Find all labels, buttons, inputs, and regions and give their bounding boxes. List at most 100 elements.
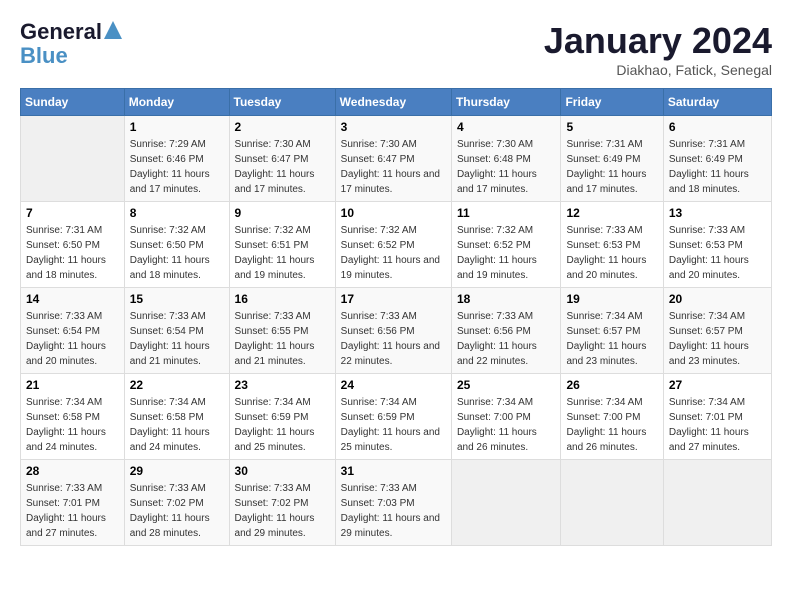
calendar-cell: 1 Sunrise: 7:29 AMSunset: 6:46 PMDaylight… — [124, 116, 229, 202]
day-number: 1 — [130, 120, 224, 134]
calendar-cell — [561, 460, 663, 546]
day-number: 20 — [669, 292, 766, 306]
day-info: Sunrise: 7:33 AMSunset: 6:53 PMDaylight:… — [669, 223, 766, 283]
day-number: 17 — [341, 292, 446, 306]
day-number: 3 — [341, 120, 446, 134]
day-info: Sunrise: 7:31 AMSunset: 6:50 PMDaylight:… — [26, 223, 119, 283]
calendar-week-row: 1 Sunrise: 7:29 AMSunset: 6:46 PMDaylight… — [21, 116, 772, 202]
day-number: 22 — [130, 378, 224, 392]
calendar-cell: 9 Sunrise: 7:32 AMSunset: 6:51 PMDaylight… — [229, 202, 335, 288]
day-number: 15 — [130, 292, 224, 306]
day-number: 4 — [457, 120, 556, 134]
day-info: Sunrise: 7:33 AMSunset: 7:03 PMDaylight:… — [341, 481, 446, 541]
calendar-cell: 4 Sunrise: 7:30 AMSunset: 6:48 PMDaylight… — [451, 116, 561, 202]
day-number: 24 — [341, 378, 446, 392]
day-info: Sunrise: 7:34 AMSunset: 7:00 PMDaylight:… — [457, 395, 556, 455]
day-number: 16 — [235, 292, 330, 306]
weekday-header-sunday: Sunday — [21, 89, 125, 116]
day-number: 6 — [669, 120, 766, 134]
calendar-table: SundayMondayTuesdayWednesdayThursdayFrid… — [20, 88, 772, 546]
calendar-cell: 3 Sunrise: 7:30 AMSunset: 6:47 PMDaylight… — [335, 116, 451, 202]
day-info: Sunrise: 7:34 AMSunset: 6:59 PMDaylight:… — [341, 395, 446, 455]
calendar-cell: 17 Sunrise: 7:33 AMSunset: 6:56 PMDayligh… — [335, 288, 451, 374]
day-info: Sunrise: 7:33 AMSunset: 7:02 PMDaylight:… — [130, 481, 224, 541]
calendar-cell: 11 Sunrise: 7:32 AMSunset: 6:52 PMDayligh… — [451, 202, 561, 288]
calendar-week-row: 28Sunrise: 7:33 AMSunset: 7:01 PMDayligh… — [21, 460, 772, 546]
day-info: Sunrise: 7:32 AMSunset: 6:51 PMDaylight:… — [235, 223, 330, 283]
calendar-cell: 19Sunrise: 7:34 AMSunset: 6:57 PMDayligh… — [561, 288, 663, 374]
day-number: 13 — [669, 206, 766, 220]
day-number: 27 — [669, 378, 766, 392]
calendar-cell: 7Sunrise: 7:31 AMSunset: 6:50 PMDaylight… — [21, 202, 125, 288]
day-info: Sunrise: 7:34 AMSunset: 7:00 PMDaylight:… — [566, 395, 657, 455]
calendar-cell: 20 Sunrise: 7:34 AMSunset: 6:57 PMDayligh… — [663, 288, 771, 374]
day-number: 14 — [26, 292, 119, 306]
calendar-cell: 30 Sunrise: 7:33 AMSunset: 7:02 PMDayligh… — [229, 460, 335, 546]
calendar-cell — [663, 460, 771, 546]
day-info: Sunrise: 7:29 AMSunset: 6:46 PMDaylight:… — [130, 137, 224, 197]
day-info: Sunrise: 7:33 AMSunset: 7:02 PMDaylight:… — [235, 481, 330, 541]
weekday-header-tuesday: Tuesday — [229, 89, 335, 116]
day-info: Sunrise: 7:30 AMSunset: 6:47 PMDaylight:… — [235, 137, 330, 197]
day-number: 10 — [341, 206, 446, 220]
day-number: 25 — [457, 378, 556, 392]
day-info: Sunrise: 7:33 AMSunset: 6:54 PMDaylight:… — [130, 309, 224, 369]
day-info: Sunrise: 7:33 AMSunset: 6:55 PMDaylight:… — [235, 309, 330, 369]
day-number: 12 — [566, 206, 657, 220]
day-number: 8 — [130, 206, 224, 220]
calendar-cell: 28Sunrise: 7:33 AMSunset: 7:01 PMDayligh… — [21, 460, 125, 546]
calendar-cell — [21, 116, 125, 202]
logo-text: GeneralBlue — [20, 20, 122, 68]
weekday-header-row: SundayMondayTuesdayWednesdayThursdayFrid… — [21, 89, 772, 116]
day-info: Sunrise: 7:31 AMSunset: 6:49 PMDaylight:… — [566, 137, 657, 197]
day-number: 9 — [235, 206, 330, 220]
weekday-header-friday: Friday — [561, 89, 663, 116]
calendar-cell: 5Sunrise: 7:31 AMSunset: 6:49 PMDaylight… — [561, 116, 663, 202]
page-header: GeneralBlue January 2024 Diakhao, Fatick… — [20, 20, 772, 78]
location: Diakhao, Fatick, Senegal — [544, 62, 772, 78]
calendar-cell: 8 Sunrise: 7:32 AMSunset: 6:50 PMDaylight… — [124, 202, 229, 288]
calendar-week-row: 21 Sunrise: 7:34 AMSunset: 6:58 PMDayligh… — [21, 374, 772, 460]
day-info: Sunrise: 7:33 AMSunset: 6:53 PMDaylight:… — [566, 223, 657, 283]
calendar-cell: 13 Sunrise: 7:33 AMSunset: 6:53 PMDayligh… — [663, 202, 771, 288]
weekday-header-thursday: Thursday — [451, 89, 561, 116]
day-info: Sunrise: 7:34 AMSunset: 6:59 PMDaylight:… — [235, 395, 330, 455]
day-number: 18 — [457, 292, 556, 306]
logo: GeneralBlue — [20, 20, 122, 68]
calendar-cell: 25 Sunrise: 7:34 AMSunset: 7:00 PMDayligh… — [451, 374, 561, 460]
day-number: 26 — [566, 378, 657, 392]
calendar-cell: 2Sunrise: 7:30 AMSunset: 6:47 PMDaylight… — [229, 116, 335, 202]
calendar-cell: 10 Sunrise: 7:32 AMSunset: 6:52 PMDayligh… — [335, 202, 451, 288]
day-info: Sunrise: 7:31 AMSunset: 6:49 PMDaylight:… — [669, 137, 766, 197]
day-info: Sunrise: 7:34 AMSunset: 6:57 PMDaylight:… — [669, 309, 766, 369]
day-info: Sunrise: 7:34 AMSunset: 6:57 PMDaylight:… — [566, 309, 657, 369]
day-info: Sunrise: 7:30 AMSunset: 6:47 PMDaylight:… — [341, 137, 446, 197]
day-number: 29 — [130, 464, 224, 478]
calendar-cell: 18Sunrise: 7:33 AMSunset: 6:56 PMDayligh… — [451, 288, 561, 374]
title-block: January 2024 Diakhao, Fatick, Senegal — [544, 20, 772, 78]
day-number: 23 — [235, 378, 330, 392]
calendar-cell: 21Sunrise: 7:34 AMSunset: 6:58 PMDayligh… — [21, 374, 125, 460]
day-info: Sunrise: 7:34 AMSunset: 7:01 PMDaylight:… — [669, 395, 766, 455]
calendar-cell: 24 Sunrise: 7:34 AMSunset: 6:59 PMDayligh… — [335, 374, 451, 460]
day-info: Sunrise: 7:32 AMSunset: 6:52 PMDaylight:… — [341, 223, 446, 283]
calendar-cell: 26 Sunrise: 7:34 AMSunset: 7:00 PMDayligh… — [561, 374, 663, 460]
day-info: Sunrise: 7:32 AMSunset: 6:50 PMDaylight:… — [130, 223, 224, 283]
day-number: 31 — [341, 464, 446, 478]
logo-icon — [104, 21, 122, 39]
calendar-week-row: 7Sunrise: 7:31 AMSunset: 6:50 PMDaylight… — [21, 202, 772, 288]
weekday-header-monday: Monday — [124, 89, 229, 116]
calendar-cell: 16 Sunrise: 7:33 AMSunset: 6:55 PMDayligh… — [229, 288, 335, 374]
calendar-cell: 12 Sunrise: 7:33 AMSunset: 6:53 PMDayligh… — [561, 202, 663, 288]
day-info: Sunrise: 7:34 AMSunset: 6:58 PMDaylight:… — [130, 395, 224, 455]
month-title: January 2024 — [544, 20, 772, 62]
day-info: Sunrise: 7:33 AMSunset: 6:56 PMDaylight:… — [341, 309, 446, 369]
day-number: 30 — [235, 464, 330, 478]
calendar-cell: 29 Sunrise: 7:33 AMSunset: 7:02 PMDayligh… — [124, 460, 229, 546]
day-number: 21 — [26, 378, 119, 392]
day-info: Sunrise: 7:30 AMSunset: 6:48 PMDaylight:… — [457, 137, 556, 197]
day-number: 11 — [457, 206, 556, 220]
day-info: Sunrise: 7:33 AMSunset: 7:01 PMDaylight:… — [26, 481, 119, 541]
day-info: Sunrise: 7:32 AMSunset: 6:52 PMDaylight:… — [457, 223, 556, 283]
calendar-cell: 23 Sunrise: 7:34 AMSunset: 6:59 PMDayligh… — [229, 374, 335, 460]
